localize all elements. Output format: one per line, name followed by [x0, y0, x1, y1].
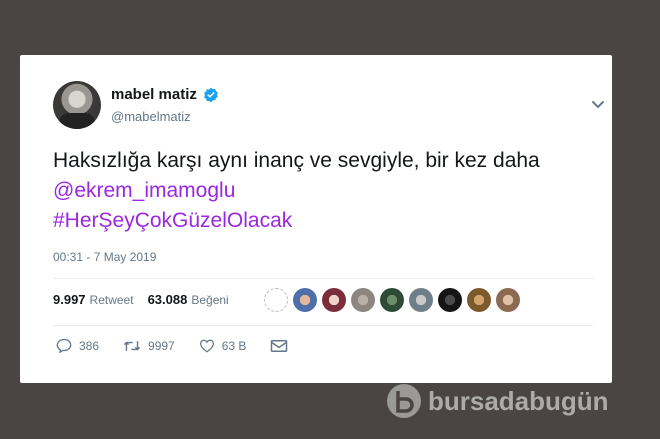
liker-avatars — [264, 288, 520, 312]
liker-avatar[interactable] — [380, 288, 404, 312]
liker-avatar[interactable] — [322, 288, 346, 312]
engagement-stats: 9.997 Retweet 63.088 Beğeni — [53, 292, 243, 307]
tweet-card: mabel matiz @mabelmatiz Haksızlığa karşı… — [20, 55, 612, 383]
heart-icon — [199, 339, 214, 352]
liker-avatar[interactable] — [409, 288, 433, 312]
chevron-down-icon[interactable] — [591, 100, 605, 110]
watermark: bursadabugün — [386, 383, 609, 419]
reply-button[interactable]: 386 — [56, 338, 99, 353]
mention-link[interactable]: @ekrem_imamoglu — [53, 179, 235, 202]
like-button[interactable]: 63 B — [199, 338, 247, 353]
watermark-text: bursadabugün — [428, 385, 609, 416]
retweet-button[interactable]: 9997 — [123, 339, 175, 353]
envelope-icon — [271, 339, 288, 352]
retweet-icon — [123, 340, 141, 351]
divider — [53, 278, 593, 279]
tweet-actions: 386 9997 63 B — [56, 338, 312, 353]
reply-icon — [56, 338, 72, 353]
liker-avatar[interactable] — [264, 288, 288, 312]
tweet-text: Haksızlığa karşı aynı inanç ve sevgiyle,… — [53, 146, 593, 236]
tweet-body: Haksızlığa karşı aynı inanç ve sevgiyle,… — [53, 149, 540, 172]
retweet-label[interactable]: Retweet — [90, 293, 134, 307]
watermark-logo-icon — [387, 384, 421, 418]
liker-avatar[interactable] — [293, 288, 317, 312]
hashtag-link[interactable]: #HerŞeyÇokGüzelOlacak — [53, 209, 292, 232]
divider — [53, 325, 593, 326]
display-name[interactable]: mabel matiz — [111, 86, 197, 103]
liker-avatar[interactable] — [467, 288, 491, 312]
tweet-timestamp[interactable]: 00:31 - 7 May 2019 — [53, 250, 156, 264]
message-button[interactable] — [270, 339, 288, 353]
like-label[interactable]: Beğeni — [191, 293, 228, 307]
retweet-count[interactable]: 9.997 — [53, 292, 86, 307]
user-handle[interactable]: @mabelmatiz — [111, 109, 191, 124]
avatar[interactable] — [53, 81, 101, 129]
name-row: mabel matiz — [111, 86, 219, 103]
reply-count: 386 — [79, 338, 100, 353]
liker-avatar[interactable] — [496, 288, 520, 312]
verified-badge-icon — [204, 87, 218, 102]
liker-avatar[interactable] — [438, 288, 462, 312]
liker-avatar[interactable] — [351, 288, 375, 312]
like-action-count: 63 B — [221, 338, 247, 353]
like-count[interactable]: 63.088 — [148, 292, 188, 307]
retweet-action-count: 9997 — [148, 338, 175, 353]
